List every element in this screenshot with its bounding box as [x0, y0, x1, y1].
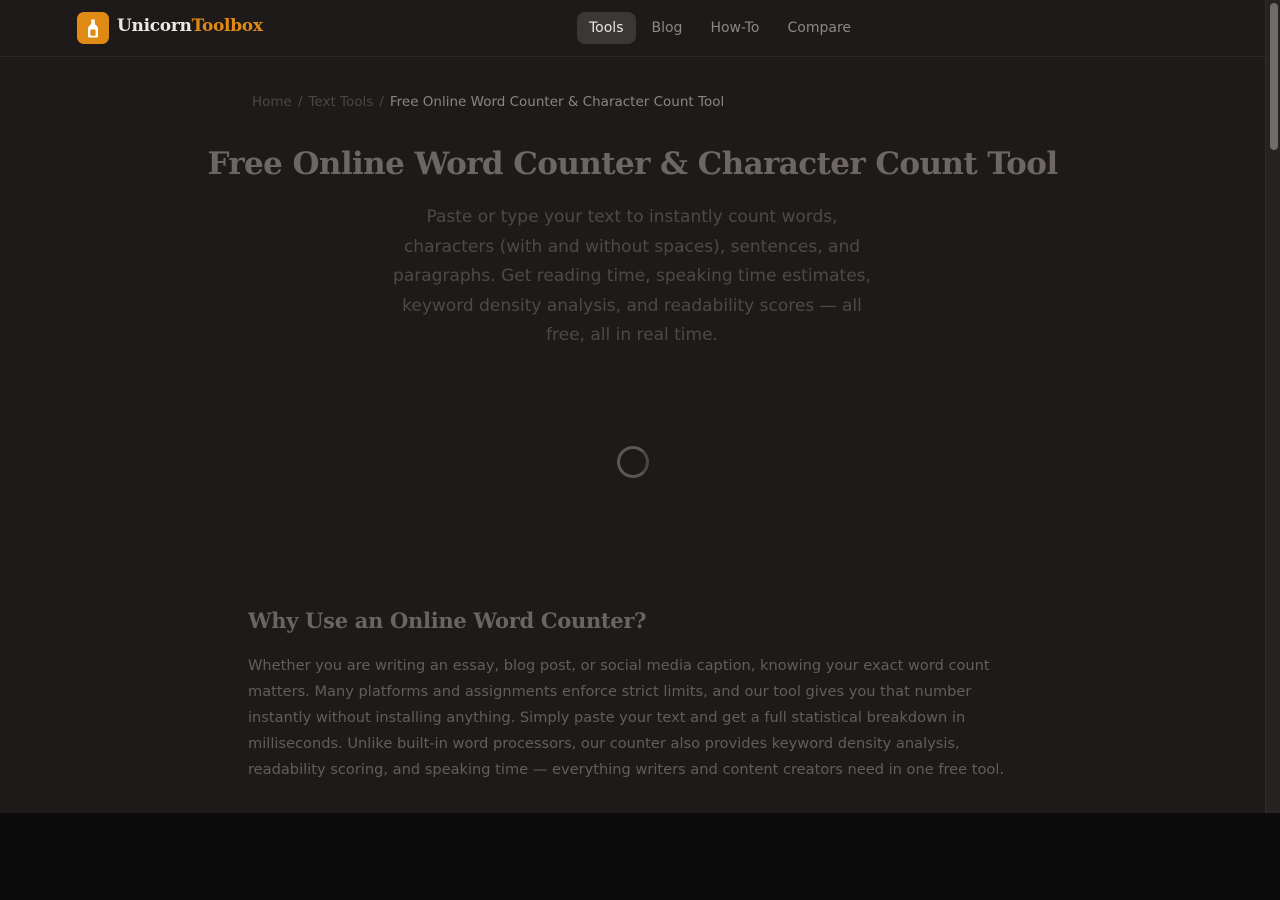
- site-header: UnicornToolbox Tools Blog How-To Compare: [0, 0, 1265, 57]
- page-viewport: UnicornToolbox Tools Blog How-To Compare…: [0, 0, 1280, 813]
- breadcrumb-home[interactable]: Home: [252, 94, 292, 110]
- nav-how-to[interactable]: How-To: [698, 12, 771, 44]
- section-heading: Why Use an Online Word Counter?: [248, 608, 647, 633]
- nav-blog[interactable]: Blog: [640, 12, 695, 44]
- bottle-icon[interactable]: [77, 12, 109, 44]
- brand-name-part1: Unicorn: [117, 16, 192, 36]
- loading-spinner-icon: [617, 446, 649, 478]
- nav-compare[interactable]: Compare: [776, 12, 864, 44]
- section-paragraph: Whether you are writing an essay, blog p…: [248, 657, 1005, 778]
- brand-logo[interactable]: UnicornToolbox: [117, 14, 263, 38]
- breadcrumb: Home / Text Tools / Free Online Word Counter…: [252, 93, 724, 111]
- breadcrumb-separator: /: [297, 94, 303, 110]
- nav-tools[interactable]: Tools: [577, 12, 636, 44]
- page-title: Free Online Word Counter & Character Cou…: [207, 146, 1058, 182]
- main-nav: Tools Blog How-To Compare: [577, 12, 867, 44]
- bottom-dark-band: [0, 813, 1280, 900]
- breadcrumb-text-tools[interactable]: Text Tools: [308, 94, 373, 110]
- page-subtitle: Paste or type your text to instantly cou…: [393, 207, 871, 345]
- breadcrumb-current: Free Online Word Counter & Character Cou…: [389, 94, 725, 110]
- brand-name-part2: Toolbox: [191, 16, 263, 36]
- vertical-scrollbar[interactable]: [1265, 0, 1280, 813]
- scrollbar-thumb[interactable]: [1270, 3, 1278, 150]
- breadcrumb-separator: /: [379, 94, 384, 110]
